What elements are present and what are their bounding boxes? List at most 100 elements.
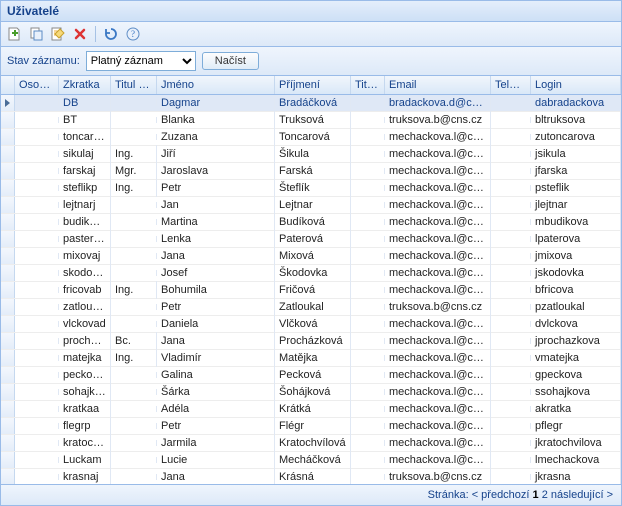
col-zkratka[interactable]: Zkratka	[59, 76, 111, 94]
grid-body[interactable]: DBDagmarBradáčkovábradackova.d@cns.dabra…	[1, 95, 621, 484]
cell-osobni-cislo	[15, 270, 59, 276]
cell-email: mechackova.l@cns.	[385, 247, 491, 265]
col-osobni-cislo[interactable]: Osobní čísl	[15, 76, 59, 94]
cell-titul-pred	[111, 440, 157, 446]
cell-email: mechackova.l@cns.	[385, 128, 491, 146]
cell-osobni-cislo	[15, 321, 59, 327]
delete-button[interactable]	[71, 25, 89, 43]
pager-next[interactable]: následující >	[551, 489, 613, 501]
table-row[interactable]: skodovkaJosefŠkodovkamechackova.l@cns.js…	[1, 265, 621, 282]
row-indicator	[1, 282, 15, 298]
cell-prijmeni: Paterová	[275, 230, 351, 248]
table-row[interactable]: kratochvilJarmilaKratochvílovámechackova…	[1, 435, 621, 452]
table-row[interactable]: toncarovazZuzanaToncarovámechackova.l@cn…	[1, 129, 621, 146]
table-row[interactable]: kratkaaAdélaKrátkámechackova.l@cns.akrat…	[1, 401, 621, 418]
cell-jmeno: Jan	[157, 196, 275, 214]
cell-jmeno: Jana	[157, 247, 275, 265]
row-indicator	[1, 367, 15, 383]
cell-login: ssohajkova	[531, 383, 621, 401]
col-jmeno[interactable]: Jméno	[157, 76, 275, 94]
cell-jmeno: Jana	[157, 468, 275, 484]
row-indicator	[1, 112, 15, 128]
table-row[interactable]: BTBlankaTruksovátruksova.b@cns.czbltruks…	[1, 112, 621, 129]
cell-prijmeni: Lejtnar	[275, 196, 351, 214]
cell-prijmeni: Vlčková	[275, 315, 351, 333]
cell-telefon	[491, 372, 531, 378]
cell-email: mechackova.l@cns.	[385, 451, 491, 469]
table-row[interactable]: vlckovadDanielaVlčkovámechackova.l@cns.d…	[1, 316, 621, 333]
table-row[interactable]: matejkaIng.VladimírMatějkamechackova.l@c…	[1, 350, 621, 367]
table-row[interactable]: LuckamLucieMecháčkovámechackova.l@cns.lm…	[1, 452, 621, 469]
cell-email: mechackova.l@cns.	[385, 281, 491, 299]
cell-prijmeni: Zatloukal	[275, 298, 351, 316]
table-row[interactable]: lejtnarjJanLejtnarmechackova.l@cns.jlejt…	[1, 197, 621, 214]
col-login[interactable]: Login	[531, 76, 621, 94]
cell-zkratka: zatloukalp	[59, 298, 111, 316]
cell-osobni-cislo	[15, 168, 59, 174]
cell-titul-za	[351, 185, 385, 191]
table-row[interactable]: budikovaMartinaBudíkovámechackova.l@cns.…	[1, 214, 621, 231]
table-row[interactable]: fricovabIng.BohumilaFričovámechackova.l@…	[1, 282, 621, 299]
cell-jmeno: Jaroslava	[157, 162, 275, 180]
cell-login: jkratochvilova	[531, 434, 621, 452]
cell-zkratka: krasnaj	[59, 468, 111, 484]
cell-jmeno: Blanka	[157, 111, 275, 129]
cell-jmeno: Lucie	[157, 451, 275, 469]
cell-email: mechackova.l@cns.	[385, 264, 491, 282]
cell-zkratka: peckovag	[59, 366, 111, 384]
cell-titul-za	[351, 253, 385, 259]
copy-button[interactable]	[27, 25, 45, 43]
cell-telefon	[491, 202, 531, 208]
cell-titul-za	[351, 440, 385, 446]
table-row[interactable]: steflikpIng.PetrŠteflíkmechackova.l@cns.…	[1, 180, 621, 197]
cell-jmeno: Martina	[157, 213, 275, 231]
cell-email: mechackova.l@cns.	[385, 417, 491, 435]
table-row[interactable]: sohajkovasŠárkaŠohájkovámechackova.l@cns…	[1, 384, 621, 401]
table-row[interactable]: flegrpPetrFlégrmechackova.l@cns.pflegr	[1, 418, 621, 435]
cell-titul-za	[351, 168, 385, 174]
status-select[interactable]: Platný záznam	[86, 51, 196, 71]
pager-page-2[interactable]: 2	[542, 489, 548, 501]
table-row[interactable]: pasterovalLenkaPaterovámechackova.l@cns.…	[1, 231, 621, 248]
table-row[interactable]: prochazkovBc.JanaProcházkovámechackova.l…	[1, 333, 621, 350]
load-button[interactable]: Načíst	[202, 52, 259, 70]
cell-login: psteflik	[531, 179, 621, 197]
col-email[interactable]: Email	[385, 76, 491, 94]
col-prijmeni[interactable]: Příjmení	[275, 76, 351, 94]
cell-zkratka: skodovka	[59, 264, 111, 282]
refresh-button[interactable]	[102, 25, 120, 43]
col-titul-pred[interactable]: Titul před	[111, 76, 157, 94]
col-telefon[interactable]: Telefon	[491, 76, 531, 94]
col-selector[interactable]	[1, 76, 15, 94]
cell-titul-za	[351, 389, 385, 395]
add-button[interactable]	[5, 25, 23, 43]
cell-zkratka: prochazkov	[59, 332, 111, 350]
pager-page-1[interactable]: 1	[533, 489, 539, 501]
cell-email: mechackova.l@cns.	[385, 366, 491, 384]
cell-osobni-cislo	[15, 406, 59, 412]
table-row[interactable]: peckovagGalinaPeckovámechackova.l@cns.gp…	[1, 367, 621, 384]
help-button[interactable]: ?	[124, 25, 142, 43]
cell-zkratka: kratkaa	[59, 400, 111, 418]
table-row[interactable]: krasnajJanaKrásnátruksova.b@cns.czjkrasn…	[1, 469, 621, 484]
table-row[interactable]: mixovajJanaMixovámechackova.l@cns.jmixov…	[1, 248, 621, 265]
table-row[interactable]: zatloukalpPetrZatloukaltruksova.b@cns.cz…	[1, 299, 621, 316]
cell-email: truksova.b@cns.cz	[385, 298, 491, 316]
cell-login: akratka	[531, 400, 621, 418]
table-row[interactable]: sikulajIng.JiříŠikulamechackova.l@cns.js…	[1, 146, 621, 163]
cell-login: gpeckova	[531, 366, 621, 384]
cell-titul-pred	[111, 372, 157, 378]
col-titul-za[interactable]: Titul za	[351, 76, 385, 94]
table-row[interactable]: farskajMgr.JaroslavaFarskámechackova.l@c…	[1, 163, 621, 180]
pager-prev[interactable]: < předchozí	[472, 489, 530, 501]
cell-titul-za	[351, 457, 385, 463]
row-indicator	[1, 146, 15, 162]
edit-button[interactable]	[49, 25, 67, 43]
row-indicator	[1, 95, 15, 111]
table-row[interactable]: DBDagmarBradáčkovábradackova.d@cns.dabra…	[1, 95, 621, 112]
row-indicator	[1, 180, 15, 196]
cell-prijmeni: Toncarová	[275, 128, 351, 146]
cell-zkratka: BT	[59, 111, 111, 129]
cell-prijmeni: Budíková	[275, 213, 351, 231]
cell-osobni-cislo	[15, 202, 59, 208]
